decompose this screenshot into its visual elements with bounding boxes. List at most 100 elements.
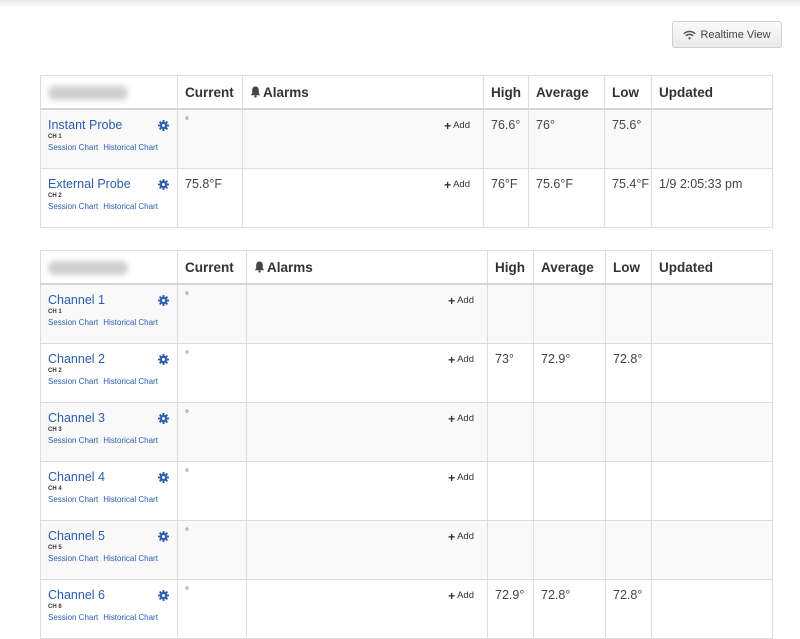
sensor-name-link[interactable]: Channel 3	[48, 411, 105, 425]
historical-chart-link[interactable]: Historical Chart	[103, 495, 158, 504]
session-chart-link[interactable]: Session Chart	[48, 554, 98, 563]
plus-icon: +	[448, 293, 456, 308]
table-row: Channel 3 CH 3 Session Chart Historical C…	[40, 402, 773, 462]
sensor-cell: Channel 2 CH 2 Session Chart Historical C…	[41, 344, 177, 394]
add-alarm-button[interactable]: + Add	[448, 472, 474, 484]
average-value: 75.6°F	[528, 168, 605, 228]
updated-value	[651, 579, 773, 639]
historical-chart-link[interactable]: Historical Chart	[103, 318, 158, 327]
updated-value	[651, 402, 773, 462]
sensor-table-1: Current Alarms High Average Low Updated …	[40, 75, 773, 228]
add-alarm-button[interactable]: + Add	[444, 118, 470, 133]
add-label: Add	[457, 295, 474, 306]
historical-chart-link[interactable]: Historical Chart	[103, 613, 158, 622]
gear-icon[interactable]	[158, 354, 169, 365]
chart-links: Session Chart Historical Chart	[48, 613, 163, 622]
plus-icon: +	[444, 118, 452, 133]
session-chart-link[interactable]: Session Chart	[48, 143, 98, 152]
alarms-cell: + Add	[242, 108, 484, 169]
session-chart-link[interactable]: Session Chart	[48, 436, 98, 445]
current-value: 75.8°F	[177, 168, 243, 228]
high-value: 76.6°	[483, 108, 529, 169]
channel-label: CH 1	[48, 309, 62, 315]
sensor-name-link[interactable]: Channel 6	[48, 588, 105, 602]
high-value: 72.9°	[487, 579, 534, 639]
alarms-cell: + Add	[246, 343, 488, 403]
table-row: Instant Probe CH 1 Session Chart Historic…	[40, 108, 773, 169]
alarms-header: Alarms	[246, 250, 488, 285]
session-chart-link[interactable]: Session Chart	[48, 613, 98, 622]
add-label: Add	[457, 590, 474, 601]
historical-chart-link[interactable]: Historical Chart	[103, 143, 158, 152]
add-alarm-button[interactable]: + Add	[448, 413, 474, 425]
plus-icon: +	[448, 529, 456, 544]
channel-label: CH 4	[48, 486, 62, 492]
alarms-header-label: Alarms	[267, 259, 313, 275]
sensor-name-link[interactable]: Instant Probe	[48, 118, 122, 132]
sensor-cell: Channel 3 CH 3 Session Chart Historical C…	[41, 403, 177, 453]
add-alarm-button[interactable]: + Add	[448, 529, 474, 544]
low-value: 75.4°F	[604, 168, 652, 228]
plus-icon: +	[448, 588, 456, 603]
current-header: Current	[177, 75, 243, 110]
device-name-redacted	[48, 260, 128, 275]
sensor-name-link[interactable]: Channel 1	[48, 293, 105, 307]
sensor-name-link[interactable]: Channel 2	[48, 352, 105, 366]
alarms-header-label: Alarms	[263, 84, 309, 100]
gear-icon[interactable]	[158, 472, 169, 483]
gear-icon[interactable]	[158, 179, 169, 190]
channel-label: CH 5	[48, 545, 62, 551]
alarms-cell: + Add	[246, 283, 488, 344]
add-alarm-button[interactable]: + Add	[448, 293, 474, 308]
device-name-header	[40, 250, 178, 285]
table-header-row: Current Alarms High Average Low Updated	[40, 250, 773, 285]
wifi-icon	[683, 30, 697, 39]
add-alarm-button[interactable]: + Add	[448, 352, 474, 367]
updated-value	[651, 283, 773, 344]
updated-value	[651, 461, 773, 521]
low-value	[605, 283, 652, 344]
low-header: Low	[605, 250, 652, 285]
sensor-cell: Channel 1 CH 1 Session Chart Historical C…	[41, 285, 177, 335]
add-alarm-button[interactable]: + Add	[448, 588, 474, 603]
historical-chart-link[interactable]: Historical Chart	[103, 436, 158, 445]
gear-icon[interactable]	[158, 531, 169, 542]
chart-links: Session Chart Historical Chart	[48, 143, 163, 152]
historical-chart-link[interactable]: Historical Chart	[103, 377, 158, 386]
session-chart-link[interactable]: Session Chart	[48, 202, 98, 211]
chart-links: Session Chart Historical Chart	[48, 202, 163, 211]
average-value	[533, 520, 606, 580]
channel-label: CH 3	[48, 427, 62, 433]
gear-icon[interactable]	[158, 590, 169, 601]
add-alarm-button[interactable]: + Add	[444, 179, 470, 191]
sensor-name-link[interactable]: External Probe	[48, 177, 131, 191]
current-value: °	[177, 402, 247, 462]
low-header: Low	[604, 75, 652, 110]
sensor-name-link[interactable]: Channel 5	[48, 529, 105, 543]
gear-icon[interactable]	[158, 413, 169, 424]
plus-icon: +	[448, 352, 456, 367]
session-chart-link[interactable]: Session Chart	[48, 495, 98, 504]
gear-icon[interactable]	[158, 295, 169, 306]
session-chart-link[interactable]: Session Chart	[48, 377, 98, 386]
table-row: Channel 5 CH 5 Session Chart Historical C…	[40, 520, 773, 580]
sensor-cell: Instant Probe CH 1 Session Chart Historic…	[41, 110, 177, 160]
chart-links: Session Chart Historical Chart	[48, 318, 163, 327]
realtime-view-button[interactable]: Realtime View	[672, 21, 782, 48]
sensor-name-link[interactable]: Channel 4	[48, 470, 105, 484]
channel-label: CH 6	[48, 604, 62, 610]
chart-links: Session Chart Historical Chart	[48, 377, 163, 386]
session-chart-link[interactable]: Session Chart	[48, 318, 98, 327]
device-name-header	[40, 75, 178, 110]
historical-chart-link[interactable]: Historical Chart	[103, 202, 158, 211]
gear-icon[interactable]	[158, 120, 169, 131]
sensor-cell: External Probe CH 2 Session Chart Histori…	[41, 169, 177, 219]
table-row: Channel 1 CH 1 Session Chart Historical C…	[40, 283, 773, 344]
bell-icon	[250, 86, 261, 98]
alarms-cell: + Add	[246, 579, 488, 639]
historical-chart-link[interactable]: Historical Chart	[103, 554, 158, 563]
updated-value	[651, 520, 773, 580]
updated-header: Updated	[651, 250, 773, 285]
add-label: Add	[457, 354, 474, 365]
low-value: 75.6°	[604, 108, 652, 169]
